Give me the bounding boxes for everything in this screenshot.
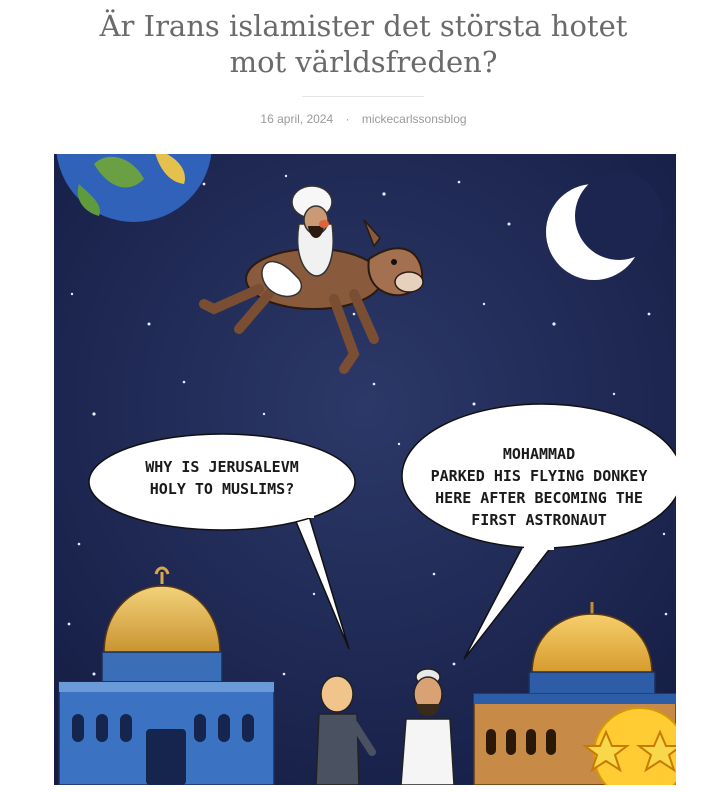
speech-bubble-right-line-1: MOHAMMAD <box>503 445 575 463</box>
title-divider <box>302 96 424 97</box>
post-author-link[interactable]: mickecarlssonsblog <box>362 112 467 126</box>
featured-image: WHY IS JERUSALEVM HOLY TO MUSLIMS? MOHAM… <box>54 154 676 785</box>
cartoon-illustration: WHY IS JERUSALEVM HOLY TO MUSLIMS? MOHAM… <box>54 154 676 785</box>
speech-bubble-right-line-4: FIRST ASTRONAUT <box>471 511 606 529</box>
speech-bubble-right-line-3: HERE AFTER BECOMING THE <box>435 489 643 507</box>
meta-separator: · <box>345 112 350 126</box>
post-title-line-2: mot världsfreden? <box>229 45 498 79</box>
speech-bubble-right-line-2: PARKED HIS FLYING DONKEY <box>431 467 648 485</box>
post-date-link[interactable]: 16 april, 2024 <box>260 112 333 126</box>
post-meta: 16 april, 2024 · mickecarlssonsblog <box>0 112 727 126</box>
post-title-line-1: Är Irans islamister det största hotet <box>99 9 628 43</box>
speech-bubble-left-line-2: HOLY TO MUSLIMS? <box>150 480 295 498</box>
post-title: Är Irans islamister det största hotet mo… <box>0 8 727 80</box>
speech-bubble-left-line-1: WHY IS JERUSALEVM <box>145 458 299 476</box>
